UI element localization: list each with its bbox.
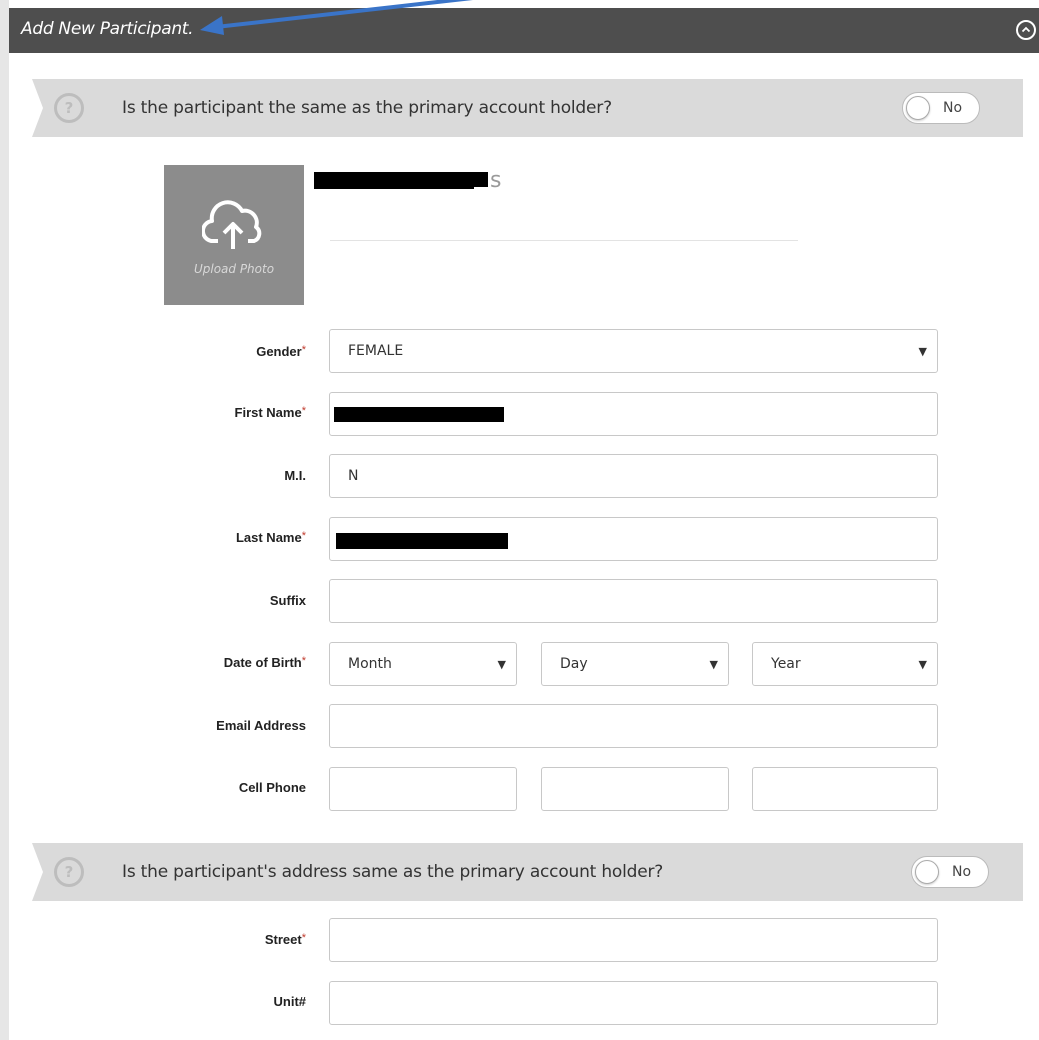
dob-year-value: Year bbox=[771, 656, 801, 672]
cloud-upload-icon bbox=[202, 200, 262, 249]
last-name-label: Last Name* bbox=[235, 530, 306, 545]
street-input[interactable] bbox=[329, 918, 938, 962]
email-input[interactable] bbox=[329, 704, 938, 748]
question-circle-icon[interactable]: ? bbox=[54, 93, 84, 123]
upload-photo-label: Upload Photo bbox=[193, 262, 275, 276]
cell-phone-prefix-input[interactable] bbox=[541, 767, 729, 811]
panel-title: Add New Participant. bbox=[21, 19, 194, 39]
redacted-name-box-2 bbox=[430, 172, 488, 187]
left-frame-border bbox=[0, 0, 9, 1040]
cell-phone-label: Cell Phone bbox=[238, 780, 306, 795]
gender-select[interactable]: FEMALE ▼ bbox=[329, 329, 938, 373]
cell-phone-line-input[interactable] bbox=[752, 767, 938, 811]
caret-down-icon: ▼ bbox=[918, 345, 927, 358]
toggle-label: No bbox=[943, 100, 963, 116]
banner-question: Is the participant the same as the prima… bbox=[122, 98, 612, 118]
dob-day-value: Day bbox=[560, 656, 588, 672]
caret-down-icon: ▼ bbox=[709, 658, 718, 671]
annotation-arrow-icon bbox=[200, 0, 473, 35]
mi-label: M.I. bbox=[284, 468, 306, 483]
toggle-label: No bbox=[952, 864, 972, 880]
unit-input[interactable] bbox=[329, 981, 938, 1025]
cell-phone-area-input[interactable] bbox=[329, 767, 517, 811]
suffix-input[interactable] bbox=[329, 579, 938, 623]
unit-label: Unit# bbox=[273, 994, 307, 1009]
mi-input[interactable]: N bbox=[329, 454, 938, 498]
suffix-label: Suffix bbox=[269, 593, 306, 608]
dob-year-select[interactable]: Year ▼ bbox=[752, 642, 938, 686]
participant-name-text: s bbox=[490, 168, 502, 193]
address-same-banner: ? Is the participant's address same as t… bbox=[32, 843, 1023, 901]
caret-down-icon: ▼ bbox=[497, 658, 506, 671]
same-as-holder-banner: ? Is the participant the same as the pri… bbox=[32, 79, 1023, 137]
caret-down-icon: ▼ bbox=[918, 658, 927, 671]
dob-month-value: Month bbox=[348, 656, 392, 672]
dob-label: Date of Birth* bbox=[223, 655, 306, 670]
chevron-up-circle-icon[interactable] bbox=[1016, 20, 1036, 40]
upload-photo-button[interactable]: Upload Photo bbox=[164, 165, 304, 305]
first-name-label: First Name* bbox=[234, 405, 306, 420]
toggle-knob bbox=[915, 860, 939, 884]
dob-day-select[interactable]: Day ▼ bbox=[541, 642, 729, 686]
gender-value: FEMALE bbox=[348, 343, 404, 359]
redacted-last-name bbox=[336, 533, 508, 549]
address-same-toggle[interactable]: No bbox=[911, 856, 989, 888]
street-label: Street* bbox=[264, 932, 306, 947]
same-as-holder-toggle[interactable]: No bbox=[902, 92, 980, 124]
question-circle-icon[interactable]: ? bbox=[54, 857, 84, 887]
gender-label: Gender* bbox=[256, 344, 306, 359]
toggle-knob bbox=[906, 96, 930, 120]
banner-question: Is the participant's address same as the… bbox=[122, 862, 664, 882]
redacted-first-name bbox=[334, 407, 504, 422]
dob-month-select[interactable]: Month ▼ bbox=[329, 642, 517, 686]
mi-value: N bbox=[348, 468, 359, 484]
email-label: Email Address bbox=[216, 718, 306, 733]
